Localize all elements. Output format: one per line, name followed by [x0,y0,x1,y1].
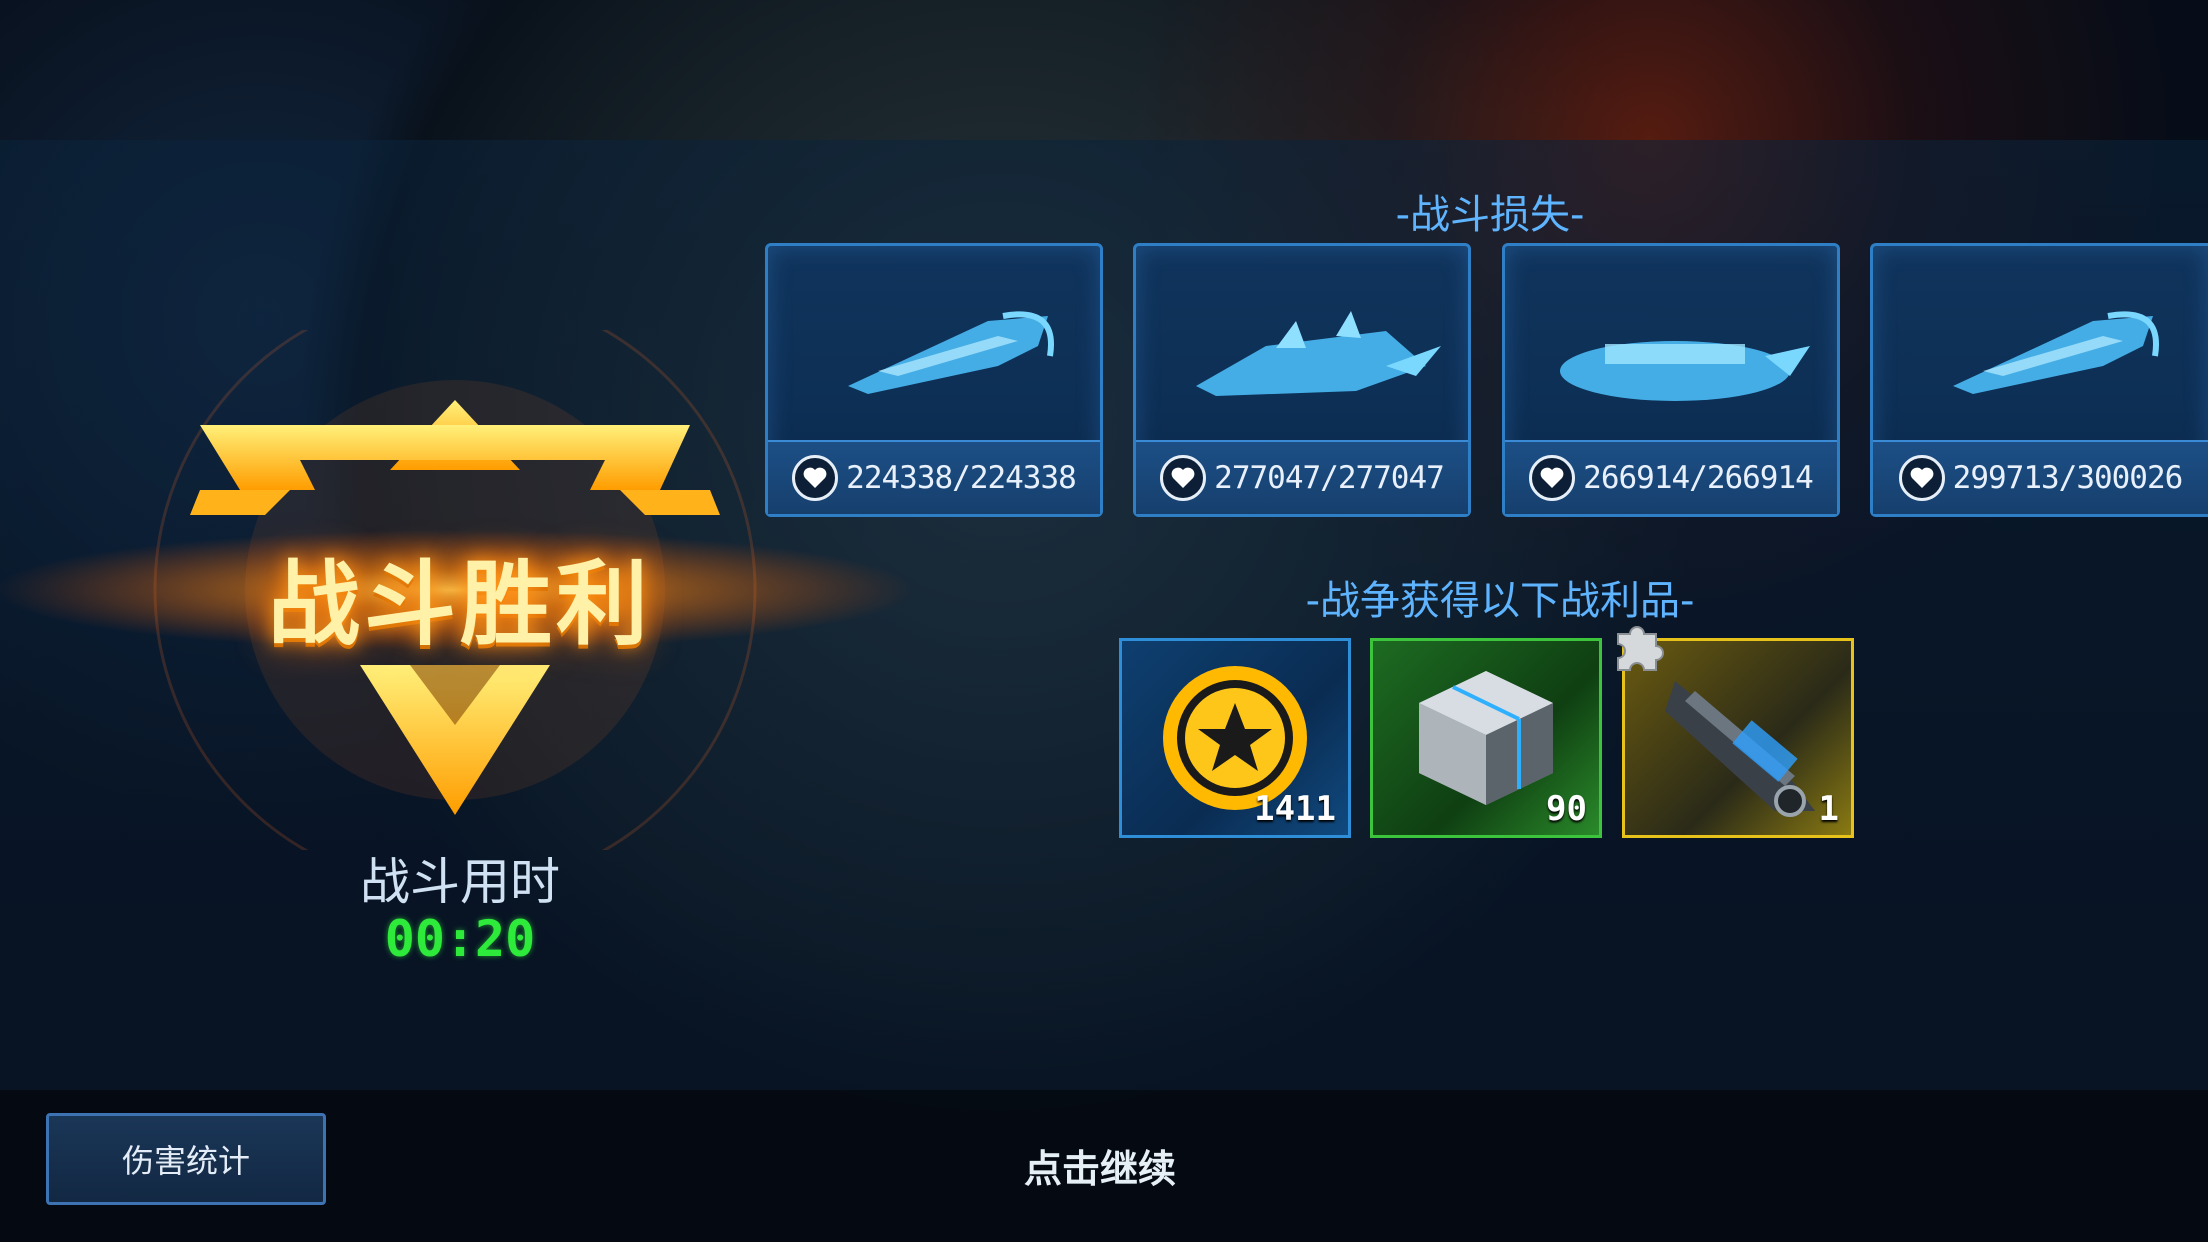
ship-card[interactable]: 224338/224338 [765,243,1103,517]
ship-hp-value: 266914/266914 [1583,460,1814,496]
losses-title: -战斗损失- [1395,192,1585,238]
heart-icon [1529,455,1576,501]
ship-card[interactable]: 266914/266914 [1502,243,1840,517]
ship-icon [1196,311,1441,396]
ship-hp-value: 299713/300026 [1952,460,2184,496]
reward-count: 90 [1546,789,1587,829]
ship-card[interactable]: 299713/300026 [1870,243,2208,517]
ship-icon [1953,311,2159,394]
ship-icon [848,311,1054,394]
tap-to-continue[interactable]: 点击继续 [900,1138,1300,1193]
ship-card[interactable]: 277047/277047 [1133,243,1471,517]
battle-time-label: 战斗用时 [360,853,560,911]
ship-hp-row: 277047/277047 [1136,440,1468,514]
reward-count: 1411 [1254,789,1336,829]
ship-icon [1560,341,1810,401]
puzzle-piece-icon [1617,626,1664,671]
ship-hp-row: 224338/224338 [768,440,1100,514]
reward-item-cubes[interactable]: 90 [1370,638,1602,838]
ship-hp-row: 299713/300026 [1873,440,2208,514]
heart-icon [1160,455,1207,501]
rewards-title: -战争获得以下战利品- [1305,578,1695,624]
damage-stats-button[interactable]: 伤害统计 [46,1113,326,1205]
ship-hp-row: 266914/266914 [1505,440,1837,514]
victory-title: 战斗胜利 [267,551,652,658]
heart-icon [1898,455,1945,501]
battle-time-value: 00:20 [384,910,536,968]
reward-count: 1 [1818,789,1839,829]
heart-icon [792,455,839,501]
ship-hp-value: 224338/224338 [846,460,1077,496]
ship-hp-value: 277047/277047 [1214,460,1445,496]
reward-item-coins[interactable]: 1411 [1119,638,1351,838]
